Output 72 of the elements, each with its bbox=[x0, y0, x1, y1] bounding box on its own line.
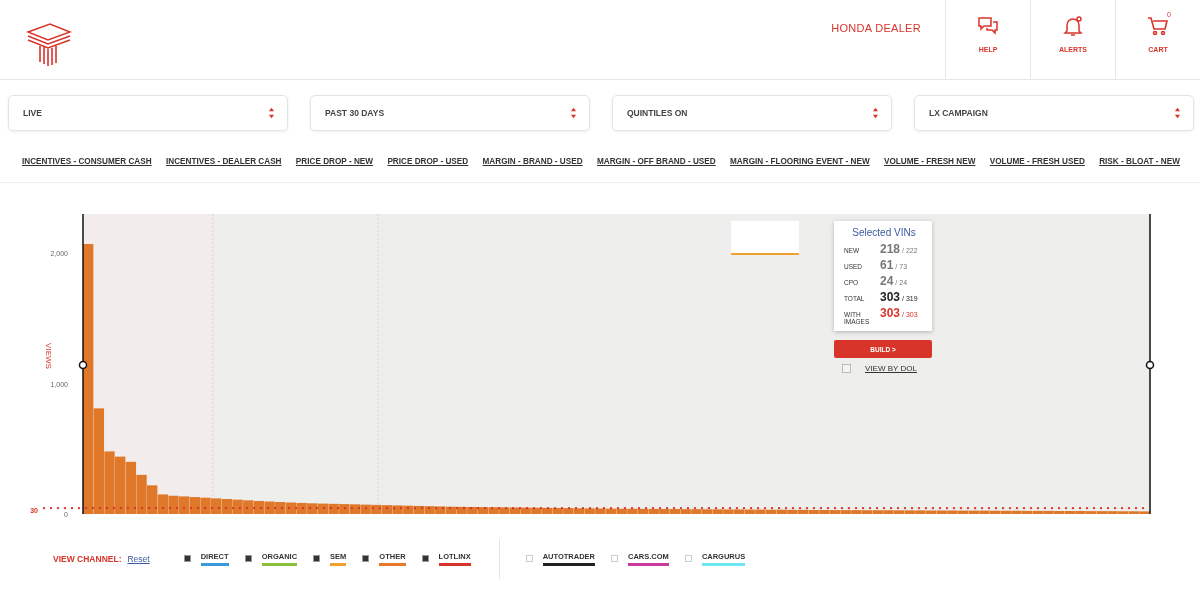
bar bbox=[381, 505, 393, 514]
vin-count: 24 bbox=[880, 274, 894, 288]
channel-checkbox[interactable] bbox=[611, 555, 619, 562]
vin-count: 303 bbox=[880, 306, 901, 320]
bar bbox=[179, 496, 190, 514]
bar bbox=[403, 505, 414, 514]
chat-bubbles-icon bbox=[976, 14, 1000, 38]
bar bbox=[275, 502, 286, 514]
range-handle[interactable] bbox=[1145, 360, 1155, 370]
bar bbox=[296, 502, 307, 514]
vin-count: 303 bbox=[880, 290, 901, 304]
bar bbox=[307, 503, 318, 514]
channel-checkbox[interactable] bbox=[525, 555, 533, 562]
bell-icon bbox=[1061, 14, 1085, 38]
vin-count: 218 bbox=[880, 242, 901, 256]
bar bbox=[264, 501, 275, 514]
range-handle[interactable] bbox=[78, 360, 88, 370]
bar bbox=[200, 497, 211, 514]
sort-arrows-icon bbox=[1174, 107, 1181, 119]
sort-arrows-icon bbox=[268, 107, 275, 119]
campaign-link[interactable]: RISK - BLOAT - NEW bbox=[1099, 157, 1180, 182]
sort-arrows-icon bbox=[872, 107, 879, 119]
bar bbox=[232, 499, 243, 514]
campaign-link[interactable]: MARGIN - FLOORING EVENT - NEW bbox=[730, 157, 870, 182]
campaign-link[interactable]: PRICE DROP - USED bbox=[387, 157, 469, 182]
bar bbox=[243, 500, 254, 514]
bar bbox=[413, 505, 425, 514]
sort-arrows-icon bbox=[570, 107, 577, 119]
campaign-link[interactable]: MARGIN - BRAND - USED bbox=[482, 157, 583, 182]
channel-checkbox[interactable] bbox=[421, 555, 429, 562]
filter-dropdown[interactable]: PAST 30 DAYS bbox=[310, 95, 590, 131]
campaign-link[interactable]: PRICE DROP - NEW bbox=[295, 157, 374, 182]
bar bbox=[125, 461, 137, 514]
bar bbox=[253, 500, 265, 514]
bar bbox=[115, 456, 126, 514]
bar bbox=[189, 497, 201, 514]
filter-dropdown[interactable]: QUINTILES ON bbox=[612, 95, 892, 131]
dealer-name: HONDA DEALER bbox=[831, 22, 921, 34]
legend-title: VIEW CHANNEL: bbox=[53, 553, 122, 564]
channel-checkbox[interactable] bbox=[244, 555, 252, 562]
bar bbox=[349, 504, 361, 514]
bar bbox=[371, 504, 382, 514]
logo-icon bbox=[26, 22, 72, 68]
channel-checkbox[interactable] bbox=[684, 555, 692, 562]
bar bbox=[360, 504, 371, 514]
bar bbox=[339, 504, 350, 514]
panel-title: Selected VINs bbox=[851, 227, 917, 238]
bar bbox=[328, 503, 339, 514]
filter-dropdown[interactable]: LX CAMPAIGN bbox=[914, 95, 1194, 131]
bar bbox=[168, 495, 179, 514]
preview-thumbnail bbox=[731, 221, 799, 255]
filter-dropdown[interactable]: LIVE bbox=[8, 95, 288, 131]
channel-checkbox[interactable] bbox=[362, 555, 370, 562]
campaign-link[interactable]: INCENTIVES - DEALER CASH bbox=[166, 157, 282, 182]
channel-checkbox[interactable] bbox=[313, 555, 321, 562]
view-by-dol-link[interactable]: VIEW BY DOL bbox=[865, 364, 917, 373]
vin-count: 61 bbox=[880, 258, 894, 272]
checkbox[interactable] bbox=[842, 364, 851, 373]
bar bbox=[285, 502, 297, 514]
bar bbox=[221, 499, 233, 514]
cart-icon bbox=[1146, 14, 1170, 38]
bar bbox=[136, 474, 147, 514]
channel-checkbox[interactable] bbox=[183, 555, 191, 562]
y-axis-label: VIEWS bbox=[44, 343, 53, 369]
campaign-link[interactable]: VOLUME - FRESH NEW bbox=[883, 157, 976, 182]
campaign-link[interactable]: VOLUME - FRESH USED bbox=[989, 157, 1085, 182]
bar bbox=[392, 505, 403, 514]
campaign-link[interactable]: INCENTIVES - CONSUMER CASH bbox=[22, 157, 152, 182]
reset-link[interactable]: Reset bbox=[127, 553, 150, 564]
bar bbox=[211, 498, 222, 514]
campaign-link[interactable]: MARGIN - OFF BRAND - USED bbox=[596, 157, 716, 182]
bar bbox=[317, 503, 329, 514]
